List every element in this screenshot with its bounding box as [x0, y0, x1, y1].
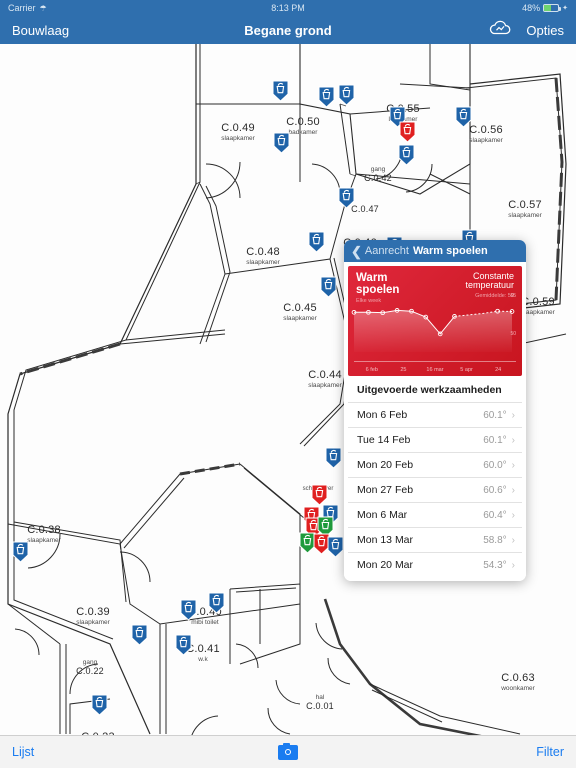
list-item-value: 60.0°	[483, 459, 507, 471]
chevron-right-icon: ›	[511, 509, 515, 521]
chart-ytick-max: 65	[510, 293, 516, 299]
chart-xtick-label: 5 apr	[460, 367, 473, 373]
bluetooth-icon: ✦	[562, 5, 568, 12]
detail-popover: ❮ Aanrecht Warm spoelen Warm spoelen Elk…	[344, 240, 526, 581]
list-item[interactable]: Tue 14 Feb 60.1° ›	[348, 427, 522, 452]
map-pin-blue[interactable]	[131, 624, 148, 646]
map-pin-red[interactable]	[399, 121, 416, 143]
list-item-label: Mon 13 Mar	[357, 534, 414, 546]
list-item[interactable]: Mon 20 Mar 54.3° ›	[348, 552, 522, 577]
list-item-label: Mon 6 Mar	[357, 509, 408, 521]
map-pin-blue[interactable]	[180, 599, 197, 621]
list-item-label: Tue 14 Feb	[357, 434, 411, 446]
map-pin-blue[interactable]	[208, 592, 225, 614]
map-pin-blue[interactable]	[455, 106, 472, 128]
map-pin-blue[interactable]	[273, 132, 290, 154]
chart-ytick-min: 50	[510, 331, 516, 337]
popover-title: Warm spoelen	[412, 245, 488, 257]
chart-x-axis-line	[354, 361, 516, 362]
status-right: 48% ✦	[522, 3, 568, 13]
cloud-sync-icon[interactable]	[488, 20, 512, 41]
bottom-toolbar: Lijst Filter	[0, 735, 576, 768]
list-item-label: Mon 6 Feb	[357, 409, 408, 421]
nav-right-group: Opties	[488, 20, 564, 41]
map-pin-blue[interactable]	[320, 276, 337, 298]
list-item[interactable]: Mon 27 Feb 60.6° ›	[348, 477, 522, 502]
chart-xtick-label: 16 mar	[426, 367, 444, 373]
chevron-right-icon: ›	[511, 534, 515, 546]
map-pin-blue[interactable]	[338, 187, 355, 209]
chevron-left-icon: ❮	[351, 243, 362, 259]
chart-xtick-label: 24	[495, 367, 502, 373]
status-clock: 8:13 PM	[271, 3, 305, 13]
list-item-label: Mon 20 Feb	[357, 459, 414, 471]
popover-body: Warm spoelen Elke week Constante tempera…	[344, 262, 526, 581]
list-item-value: 54.3°	[483, 559, 507, 571]
navigation-bar: Bouwlaag Begane grond Opties	[0, 16, 576, 44]
popover-header: ❮ Aanrecht Warm spoelen	[344, 240, 526, 262]
popover-back-button[interactable]: ❮ Aanrecht	[351, 245, 409, 258]
list-item-value: 60.6°	[483, 484, 507, 496]
map-pin-blue[interactable]	[12, 541, 29, 563]
chart-xtick-label: 6 feb	[365, 367, 378, 373]
list-item-value: 60.1°	[483, 409, 507, 421]
chart-plot-area	[351, 308, 515, 352]
battery-percent-label: 48%	[522, 3, 541, 13]
list-section-header: Uitgevoerde werkzaamheden	[357, 384, 502, 396]
list-item[interactable]: Mon 6 Mar 60.4° ›	[348, 502, 522, 527]
chevron-right-icon: ›	[511, 434, 515, 446]
popover-back-label: Aanrecht	[364, 245, 409, 257]
map-pin-blue[interactable]	[338, 84, 355, 106]
map-pin-blue[interactable]	[308, 231, 325, 253]
chart-xtick-label: 25	[400, 367, 407, 373]
map-pin-red[interactable]	[311, 484, 328, 506]
list-item[interactable]: Mon 20 Feb 60.0° ›	[348, 452, 522, 477]
map-pin-blue[interactable]	[272, 80, 289, 102]
list-item-value: 60.4°	[483, 509, 507, 521]
camera-icon[interactable]	[278, 742, 298, 760]
map-pin-blue[interactable]	[325, 447, 342, 469]
chart-xtick-labels: 6 feb 25 16 mar 5 apr 24	[348, 367, 522, 373]
app-root: Carrier ☂ 8:13 PM 48% ✦ Bouwlaag Begane …	[0, 0, 576, 768]
filter-button[interactable]: Filter	[536, 745, 564, 759]
list-item-label: Mon 20 Mar	[357, 559, 414, 571]
list-item[interactable]: Mon 6 Feb 60.1° ›	[348, 402, 522, 427]
list-item-value: 58.8°	[483, 534, 507, 546]
chevron-right-icon: ›	[511, 559, 515, 571]
options-button[interactable]: Opties	[526, 23, 564, 38]
status-bar: Carrier ☂ 8:13 PM 48% ✦	[0, 0, 576, 16]
chevron-right-icon: ›	[511, 409, 515, 421]
chart-right-title: Constante temperatuur	[465, 271, 514, 291]
chart-area-fill	[354, 310, 512, 352]
map-pin-blue[interactable]	[91, 694, 108, 716]
map-pin-blue[interactable]	[327, 536, 344, 558]
works-list: Mon 6 Feb 60.1° › Tue 14 Feb 60.1° › Mon 20 Fe…	[348, 402, 522, 577]
map-pin-blue[interactable]	[318, 86, 335, 108]
chevron-right-icon: ›	[511, 484, 515, 496]
list-item-value: 60.1°	[483, 434, 507, 446]
temperature-chart-card[interactable]: Warm spoelen Elke week Constante tempera…	[348, 266, 522, 376]
battery-icon	[543, 4, 562, 12]
toolbar-center	[0, 742, 576, 760]
chevron-right-icon: ›	[511, 459, 515, 471]
map-pin-blue[interactable]	[175, 634, 192, 656]
map-pin-blue[interactable]	[398, 144, 415, 166]
camera-lens-icon	[285, 749, 291, 755]
list-item[interactable]: Mon 13 Mar 58.8° ›	[348, 527, 522, 552]
list-item-label: Mon 27 Feb	[357, 484, 414, 496]
